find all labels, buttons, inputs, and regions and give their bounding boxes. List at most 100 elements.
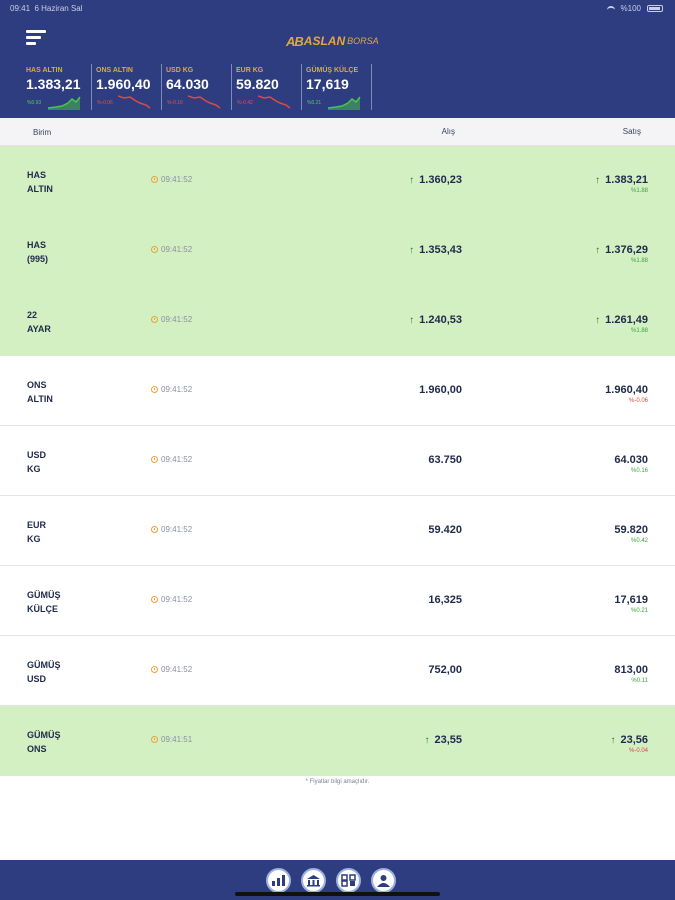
update-time: 09:41:52 (151, 175, 192, 184)
table-row[interactable]: ONS ALTIN 09:41:52 1.960,00 1.960,40 %-0.06 (0, 356, 675, 426)
status-bar: 09:41 6 Haziran Sal %100 (0, 0, 675, 16)
buy-price: 752,00 (428, 664, 462, 676)
app-logo: AB ASLAN BORSA (286, 33, 396, 49)
table-row[interactable]: GÜMÜŞ KÜLÇE 09:41:52 16,325 17,619 %0.21 (0, 566, 675, 636)
column-alis: Alış (441, 127, 455, 136)
arrow-up-icon: ↑ (409, 245, 415, 256)
buy-price: 59.420 (428, 524, 462, 536)
app-header: 09:41 6 Haziran Sal %100 AB ASLAN BORSA … (0, 0, 675, 118)
ticker-value: 1.383,21 (26, 76, 81, 92)
instrument-name: HAS ALTIN (27, 170, 53, 194)
buy-price: ↑ 23,55 (424, 734, 462, 746)
contact-icon[interactable] (371, 868, 396, 893)
ticker-value: 64.030 (166, 76, 209, 92)
disclaimer-note: * Fiyatlar bilgi amaçlıdır. (305, 779, 370, 785)
arrow-up-icon: ↑ (595, 245, 601, 256)
arrow-up-icon: ↑ (595, 315, 601, 326)
sell-price: 64.030 (614, 454, 648, 466)
ticker-value: 17,619 (306, 76, 349, 92)
instrument-name: 22 AYAR (27, 310, 51, 334)
instrument-name: EUR KG (27, 520, 47, 544)
update-time: 09:41:52 (151, 595, 192, 604)
ticker-percent: %-0.16 (167, 100, 183, 106)
column-satis: Satış (622, 127, 641, 136)
column-birim: Birim (33, 128, 52, 137)
bank-icon[interactable] (301, 868, 326, 893)
converter-icon[interactable] (336, 868, 361, 893)
sell-price: 813,00 (614, 664, 648, 676)
instrument-name: USD KG (27, 450, 47, 474)
sparkline-icon (328, 96, 361, 110)
instrument-name: GÜMÜŞ ONS (27, 730, 61, 754)
home-indicator (235, 892, 440, 896)
ticker-card[interactable]: ONS ALTIN 1.960,40 %-0.06 (92, 64, 162, 110)
table-row[interactable]: HAS ALTIN 09:41:52 ↑ 1.360,23 ↑ 1.383,21 %1.88 (0, 146, 675, 216)
wifi-icon (606, 5, 615, 12)
change-percent: %-0.04 (628, 748, 648, 754)
sell-price: 59.820 (614, 524, 648, 536)
status-time: 09:41 (10, 4, 31, 13)
ticker-card[interactable]: GÜMÜŞ KÜLÇE 17,619 %0.21 (302, 64, 372, 110)
status-icons: %100 (606, 4, 663, 13)
table-header: Birim Alış Satış (0, 118, 675, 146)
ticker-card[interactable]: USD KG 64.030 %-0.16 (162, 64, 232, 110)
tab-icons (266, 868, 396, 893)
sell-price: ↑ 1.383,21 (595, 174, 648, 186)
ticker-card[interactable]: EUR KG 59.820 %-0.42 (232, 64, 302, 110)
arrow-up-icon: ↑ (409, 175, 415, 186)
update-time: 09:41:52 (151, 385, 192, 394)
buy-price: ↑ 1.353,43 (409, 244, 462, 256)
clock-icon (151, 316, 158, 323)
table-row[interactable]: EUR KG 09:41:52 59.420 59.820 %0.42 (0, 496, 675, 566)
ticker-strip: HAS ALTIN 1.383,21 %0.93 ONS ALTIN 1.960,40%… (22, 64, 372, 110)
sell-price: 1.960,40 (605, 384, 648, 396)
logo-text: ASLAN (303, 34, 346, 48)
ticker-value: 59.820 (236, 76, 279, 92)
update-time: 09:41:52 (151, 245, 192, 254)
arrow-up-icon: ↑ (595, 175, 601, 186)
instrument-name: HAS (995) (27, 240, 49, 264)
table-row[interactable]: GÜMÜŞ ONS 09:41:51 ↑ 23,55 ↑ 23,56 %-0.04 (0, 706, 675, 776)
clock-icon (151, 176, 158, 183)
clock-icon (151, 526, 158, 533)
menu-icon[interactable] (26, 30, 48, 46)
status-date: 6 Haziran Sal (34, 4, 83, 13)
battery-icon (647, 5, 663, 12)
sparkline-icon (118, 95, 151, 109)
sparkline-icon (48, 96, 81, 110)
sell-price: ↑ 23,56 (610, 734, 648, 746)
sparkline-icon (258, 95, 291, 109)
arrow-up-icon: ↑ (424, 735, 430, 746)
battery-percent: %100 (620, 4, 641, 13)
update-time: 09:41:52 (151, 455, 192, 464)
sparkline-icon (188, 95, 221, 109)
arrow-up-icon: ↑ (610, 735, 616, 746)
sell-price: ↑ 1.261,49 (595, 314, 648, 326)
table-row[interactable]: 22 AYAR 09:41:52 ↑ 1.240,53 ↑ 1.261,49 %1.88 (0, 286, 675, 356)
ticker-percent: %0.21 (307, 100, 322, 106)
status-time-date: 09:41 6 Haziran Sal (10, 4, 83, 13)
clock-icon (151, 456, 158, 463)
logo-sub: BORSA (347, 36, 379, 46)
change-percent: %1.88 (630, 258, 648, 264)
table-row[interactable]: GÜMÜŞ USD 09:41:52 752,00 813,00 %0.11 (0, 636, 675, 706)
arrow-up-icon: ↑ (409, 315, 415, 326)
ticker-name: USD KG (166, 67, 194, 74)
change-percent: %0.42 (630, 538, 648, 544)
table-row[interactable]: USD KG 09:41:52 63.750 64.030 %0.16 (0, 426, 675, 496)
change-percent: %-0.06 (628, 398, 648, 404)
chart-icon[interactable] (266, 868, 291, 893)
table-row[interactable]: HAS (995) 09:41:52 ↑ 1.353,43 ↑ 1.376,29 %1.88 (0, 216, 675, 286)
ticker-card[interactable]: HAS ALTIN 1.383,21 %0.93 (22, 64, 92, 110)
ticker-percent: %-0.06 (97, 100, 113, 106)
change-percent: %0.11 (631, 678, 648, 684)
change-percent: %0.16 (630, 468, 648, 474)
logo-mark: AB (286, 33, 304, 49)
ticker-name: HAS ALTIN (26, 67, 63, 74)
buy-price: 63.750 (428, 454, 462, 466)
ticker-percent: %-0.42 (237, 100, 253, 106)
ticker-value: 1.960,40 (96, 76, 151, 92)
price-table: HAS ALTIN 09:41:52 ↑ 1.360,23 ↑ 1.383,21 %1.88 H… (0, 146, 675, 776)
clock-icon (151, 666, 158, 673)
buy-price: ↑ 1.360,23 (409, 174, 462, 186)
